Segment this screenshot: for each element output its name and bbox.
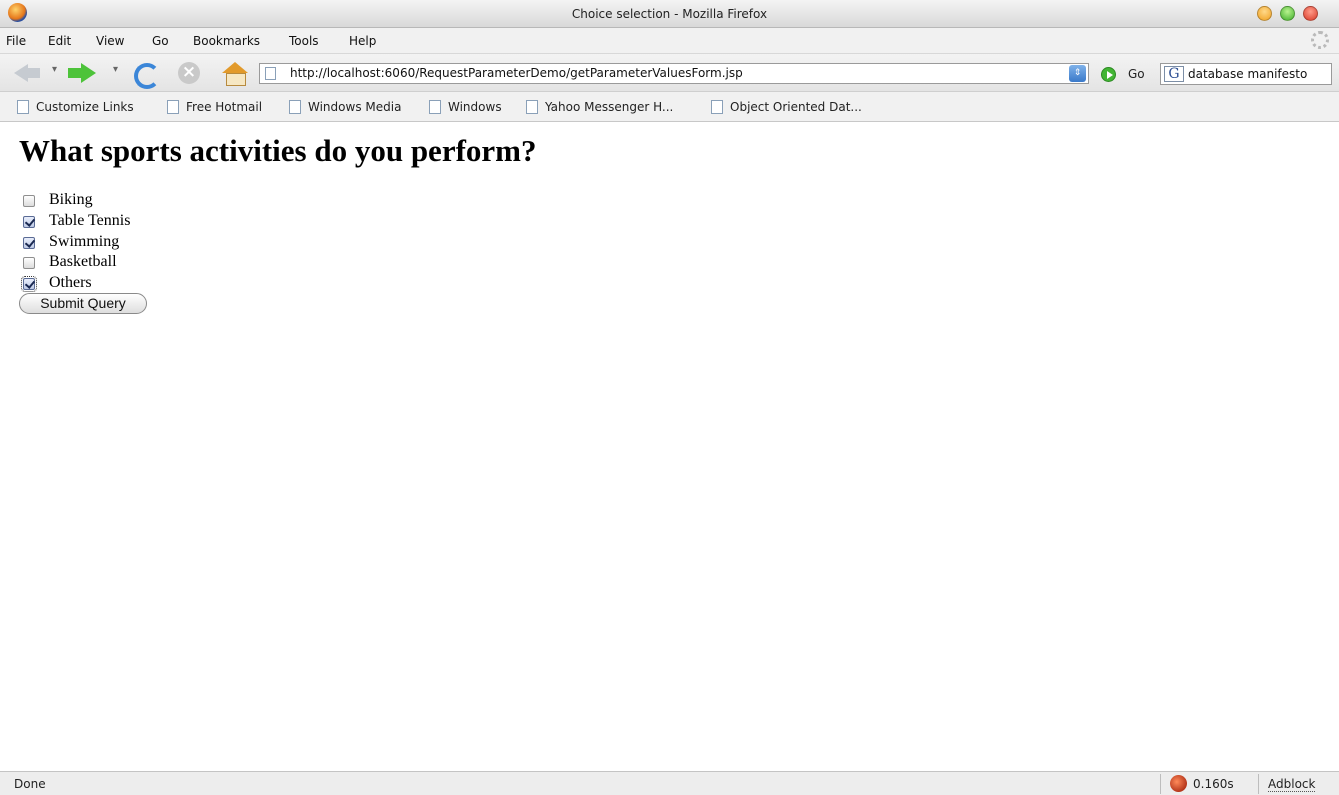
go-icon[interactable] — [1101, 67, 1116, 82]
adblock-button[interactable]: Adblock — [1268, 777, 1316, 792]
checkbox[interactable] — [23, 257, 35, 269]
back-icon[interactable] — [14, 62, 40, 84]
maximize-button[interactable] — [1280, 6, 1295, 21]
menu-view[interactable]: View — [96, 34, 124, 48]
submit-button[interactable]: Submit Query — [19, 293, 147, 314]
forward-history-dropdown-icon[interactable]: ▾ — [113, 64, 118, 75]
bookmark-page-icon — [167, 100, 179, 114]
close-button[interactable] — [1303, 6, 1318, 21]
status-text: Done — [14, 777, 46, 791]
google-search-icon[interactable]: G — [1164, 66, 1184, 82]
reload-icon[interactable] — [133, 62, 160, 89]
minimize-button[interactable] — [1257, 6, 1272, 21]
choice-label: Swimming — [49, 233, 120, 250]
menu-go[interactable]: Go — [152, 34, 169, 48]
choice-label: Table Tennis — [49, 212, 131, 229]
url-text[interactable]: http://localhost:6060/RequestParameterDe… — [290, 66, 743, 80]
bookmark-free-hotmail[interactable]: Free Hotmail — [167, 100, 262, 116]
status-divider — [1258, 774, 1259, 794]
title-bar: Choice selection - Mozilla Firefox — [0, 0, 1339, 28]
menu-edit[interactable]: Edit — [48, 34, 71, 48]
menu-bar: File Edit View Go Bookmarks Tools Help — [0, 28, 1339, 54]
choice-label: Biking — [49, 191, 93, 208]
go-button[interactable]: Go — [1128, 67, 1145, 81]
page-timer-icon — [1170, 775, 1187, 792]
menu-tools[interactable]: Tools — [289, 34, 319, 48]
home-icon[interactable] — [221, 62, 249, 86]
menu-bookmarks[interactable]: Bookmarks — [193, 34, 260, 48]
page-content: What sports activities do you perform? B… — [0, 123, 1339, 771]
menu-help[interactable]: Help — [349, 34, 376, 48]
bookmark-page-icon — [17, 100, 29, 114]
window-title: Choice selection - Mozilla Firefox — [571, 7, 768, 21]
navigation-toolbar: ▾ ▾ http://localhost:6060/RequestParamet… — [0, 54, 1339, 92]
bookmark-yahoo-messenger[interactable]: Yahoo Messenger H... — [526, 100, 673, 116]
choice-label: Others — [49, 274, 92, 291]
checkbox[interactable] — [23, 195, 35, 207]
bookmark-object-oriented[interactable]: Object Oriented Dat... — [711, 100, 862, 116]
bookmark-page-icon — [429, 100, 441, 114]
forward-icon[interactable] — [68, 62, 98, 84]
checkbox[interactable] — [23, 216, 35, 228]
bookmark-page-icon — [711, 100, 723, 114]
page-title: What sports activities do you perform? — [19, 133, 537, 168]
status-bar: Done 0.160s Adblock — [0, 771, 1339, 795]
search-bar[interactable]: G database manifesto — [1160, 63, 1332, 85]
bookmarks-toolbar: Customize Links Free Hotmail Windows Med… — [0, 92, 1339, 122]
bookmark-page-icon — [289, 100, 301, 114]
checkbox[interactable] — [23, 237, 35, 249]
bookmark-windows-media[interactable]: Windows Media — [289, 100, 401, 116]
page-load-time: 0.160s — [1193, 777, 1234, 791]
throbber-icon — [1311, 31, 1329, 49]
menu-file[interactable]: File — [6, 34, 26, 48]
back-history-dropdown-icon[interactable]: ▾ — [52, 64, 57, 75]
bookmark-customize-links[interactable]: Customize Links — [17, 100, 134, 116]
bookmark-page-icon — [526, 100, 538, 114]
status-divider — [1160, 774, 1161, 794]
stop-icon[interactable] — [178, 62, 200, 84]
choice-label: Basketball — [49, 253, 117, 270]
url-dropdown-icon[interactable]: ⇕ — [1069, 65, 1086, 82]
checkbox[interactable] — [21, 276, 37, 292]
url-bar[interactable]: http://localhost:6060/RequestParameterDe… — [259, 63, 1089, 84]
bookmark-windows[interactable]: Windows — [429, 100, 502, 116]
search-input[interactable]: database manifesto — [1188, 67, 1307, 81]
page-icon — [265, 67, 276, 80]
